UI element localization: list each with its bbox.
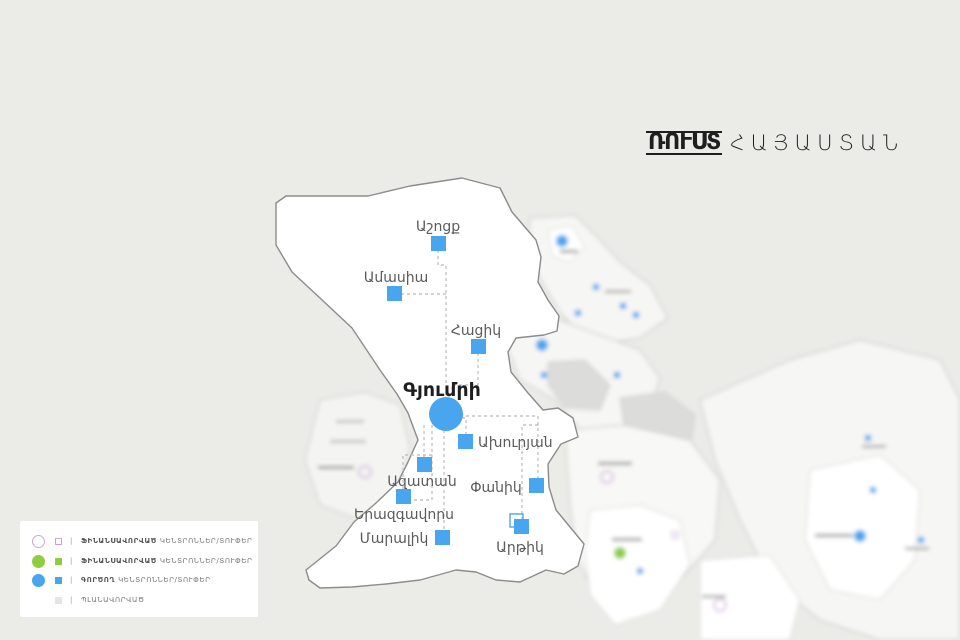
legend-outline-square-icon xyxy=(55,537,62,545)
legend-row-funded: | ՖԻՆԱՆՍԱՎՈՐՎԱԾ ԿԵՆՏՐՈՆՆԵՐ/ՏՈՒՓԵՐ xyxy=(32,552,252,570)
label-ashotsk: Աշոցք xyxy=(416,219,460,235)
bg-place-label xyxy=(598,462,632,465)
marker-artik[interactable] xyxy=(514,519,529,534)
bg-operating-marker xyxy=(854,530,866,542)
label-amasia: Ամասիա xyxy=(364,270,429,286)
marker-amasia[interactable] xyxy=(387,286,402,301)
legend-label-bold: ԳՈՐԾՈՂ xyxy=(80,576,116,584)
legend-row-planned: | ՊԼԱՆԱՎՈՐՎԱԾ xyxy=(32,591,145,609)
bg-operating-marker xyxy=(620,303,626,309)
label-artik: Արթիկ xyxy=(496,540,544,556)
marker-azatan[interactable] xyxy=(417,457,432,472)
bg-operating-marker xyxy=(637,568,643,574)
marker-hatsik[interactable] xyxy=(471,339,486,354)
brand-logo: ՌՈՒՍՏ ՀԱՅԱՍՏԱՆ xyxy=(646,128,905,158)
legend-separator: | xyxy=(70,596,73,604)
bg-place-label xyxy=(612,538,642,541)
marker-maralik[interactable] xyxy=(435,530,450,545)
bg-operating-marker xyxy=(541,372,547,378)
legend-label: ԿԵՆՏՐՈՆՆԵՐ/ՏՈՒՓԵՐ xyxy=(159,557,253,565)
label-azatan: Ազատան xyxy=(387,474,456,490)
bg-place-label xyxy=(330,440,366,443)
bg-place-label xyxy=(336,420,364,423)
legend-green-square-icon xyxy=(55,557,62,565)
legend-label: ՊԼԱՆԱՎՈՐՎԱԾ xyxy=(80,596,145,604)
legend-label-bold: ՖԻՆԱՆՍԱՎՈՐՎԱԾ xyxy=(80,557,157,565)
brand-mark: ՌՈՒՍՏ xyxy=(646,130,723,155)
brand-country: ՀԱՅԱՍՏԱՆ xyxy=(730,131,905,155)
legend-outline-circle-icon xyxy=(32,534,45,548)
bg-operating-marker xyxy=(556,235,568,247)
label-maralik: Մարալիկ xyxy=(360,531,429,547)
bg-operating-marker xyxy=(593,284,599,290)
label-gyumri: Գյումրի xyxy=(403,379,481,401)
legend-separator: | xyxy=(70,576,73,584)
legend-separator: | xyxy=(70,537,73,545)
legend-row-planned-funded: | ՖԻՆԱՆՍԱՎՈՐՎԱԾ ԿԵՆՏՐՈՆՆԵՐ/ՏՈՒՓԵՐ xyxy=(32,532,252,550)
bg-place-label xyxy=(905,547,929,550)
legend-blue-circle-icon xyxy=(32,573,45,587)
bg-operating-marker xyxy=(575,310,581,316)
map-legend: | ՖԻՆԱՆՍԱՎՈՐՎԱԾ ԿԵՆՏՐՈՆՆԵՐ/ՏՈՒՓԵՐ | ՖԻՆԱ… xyxy=(20,521,258,617)
legend-row-operating: | ԳՈՐԾՈՂ ԿԵՆՏՐՈՆՆԵՐ/ՏՈՒՓԵՐ xyxy=(32,571,211,589)
legend-label: ԿԵՆՏՐՈՆՆԵՐ/ՏՈՒՓԵՐ xyxy=(118,576,211,584)
bg-operating-marker xyxy=(865,435,871,441)
bg-operating-marker xyxy=(536,339,548,351)
legend-grey-square-icon xyxy=(55,596,62,604)
bg-place-label xyxy=(702,595,726,598)
bg-funded-marker xyxy=(614,547,626,559)
bg-operating-marker xyxy=(918,537,924,543)
legend-green-circle-icon xyxy=(32,554,45,568)
marker-gyumri[interactable] xyxy=(429,397,463,431)
marker-akhuryan[interactable] xyxy=(458,434,473,449)
bg-place-label xyxy=(318,466,354,469)
marker-yeraskhavan[interactable] xyxy=(396,489,411,504)
bg-place-label xyxy=(815,534,853,537)
legend-label-bold: ՖԻՆԱՆՍԱՎՈՐՎԱԾ xyxy=(80,537,157,545)
legend-label: ԿԵՆՏՐՈՆՆԵՐ/ՏՈՒՓԵՐ xyxy=(159,537,253,545)
bg-place-label xyxy=(605,290,631,293)
label-akhuryan: Ախուրյան xyxy=(478,435,553,451)
marker-ashotsk[interactable] xyxy=(431,236,446,251)
neighbor-region-southwest xyxy=(584,504,691,626)
bg-place-label xyxy=(560,250,578,253)
label-hatsik: Հացիկ xyxy=(451,323,501,339)
label-yeraskhavan: Երազգավորս xyxy=(354,507,454,523)
bg-place-label xyxy=(862,445,886,448)
marker-panik[interactable] xyxy=(529,478,544,493)
label-panik: Փանիկ xyxy=(470,480,522,496)
legend-separator: | xyxy=(70,557,73,565)
bg-operating-marker xyxy=(870,487,876,493)
bg-operating-marker xyxy=(614,372,620,378)
legend-blue-square-icon xyxy=(55,576,62,584)
bg-operating-marker xyxy=(633,312,639,318)
